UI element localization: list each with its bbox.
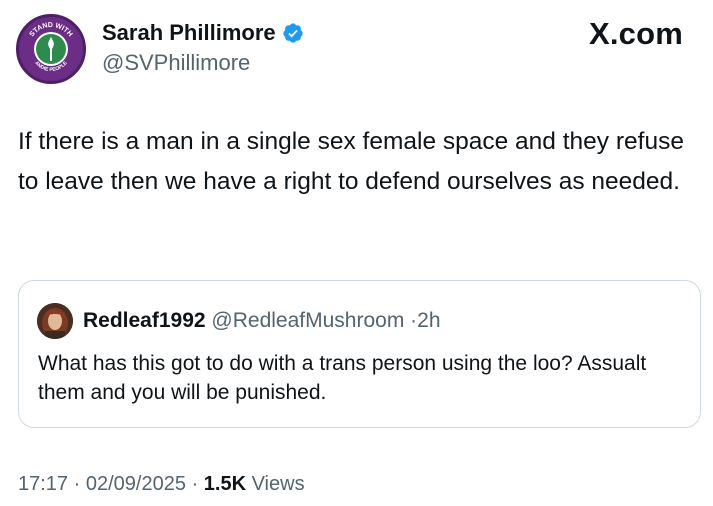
quote-header: Redleaf1992 @RedleafMushroom ·2h: [83, 307, 441, 335]
quote-author-name[interactable]: Redleaf1992: [83, 309, 206, 332]
quote-time[interactable]: 2h: [417, 309, 440, 332]
verified-badge-icon: [282, 23, 303, 43]
quote-text: What has this got to do with a trans per…: [38, 352, 647, 404]
author-name[interactable]: Sarah Phillimore: [102, 19, 304, 47]
views-label: Views: [251, 473, 305, 495]
author-avatar[interactable]: STAND WITH ANDIE PEOPLE: [16, 14, 86, 84]
brand-watermark: X.com: [588, 16, 683, 51]
quote-author-handle[interactable]: @RedleafMushroom: [211, 309, 404, 332]
tweet-footer: 17:17 · 02/09/2025 · 1.5K Views: [18, 470, 305, 498]
quote-author-avatar[interactable]: [37, 303, 73, 339]
quoted-tweet[interactable]: Redleaf1992 @RedleafMushroom ·2h What ha…: [18, 280, 701, 428]
tweet-date[interactable]: 02/09/2025: [86, 473, 186, 495]
quote-avatar-image: [37, 303, 73, 339]
footer-separator-2: ·: [191, 473, 199, 495]
tweet-text: If there is a man in a single sex female…: [18, 128, 684, 195]
author-handle[interactable]: @SVPhillimore: [102, 49, 250, 77]
views-count: 1.5K: [203, 473, 247, 495]
tweet-time[interactable]: 17:17: [18, 473, 68, 495]
footer-separator: ·: [73, 473, 81, 495]
author-name-text[interactable]: Sarah Phillimore: [102, 19, 276, 47]
stand-with-logo: STAND WITH ANDIE PEOPLE: [20, 18, 82, 80]
